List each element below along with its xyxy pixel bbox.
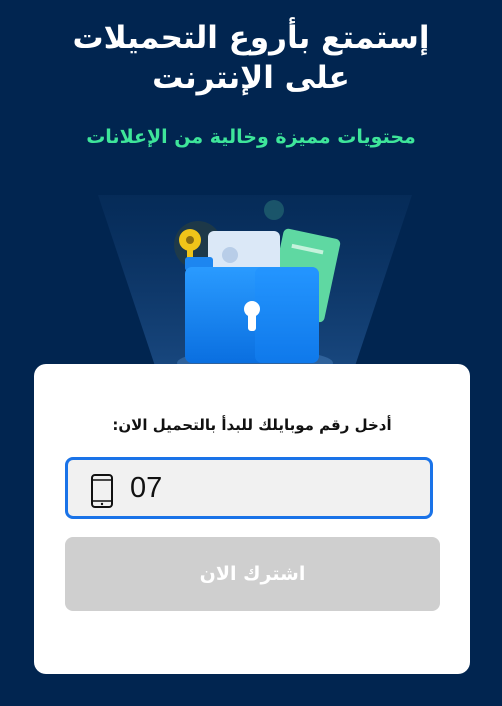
mobile-phone-icon — [91, 474, 113, 508]
phone-field[interactable] — [65, 457, 433, 519]
phone-input[interactable] — [130, 468, 420, 508]
page-title: إستمتع بأروع التحميلات على الإنترنت — [0, 18, 502, 98]
hero-illustration — [98, 195, 412, 375]
subscribe-button[interactable]: اشترك الان — [65, 537, 440, 611]
phone-prompt: أدخل رقم موبايلك للبدأ بالتحميل الان: — [112, 416, 392, 434]
folder-lock-icon — [185, 257, 319, 363]
bubble — [264, 200, 284, 220]
signup-card: أدخل رقم موبايلك للبدأ بالتحميل الان: اش… — [34, 364, 470, 674]
title-line-2: على الإنترنت — [152, 60, 350, 96]
title-line-1: إستمتع بأروع التحميلات — [72, 20, 430, 56]
page-subtitle: محتويات مميزة وخالية من الإعلانات — [86, 126, 416, 148]
